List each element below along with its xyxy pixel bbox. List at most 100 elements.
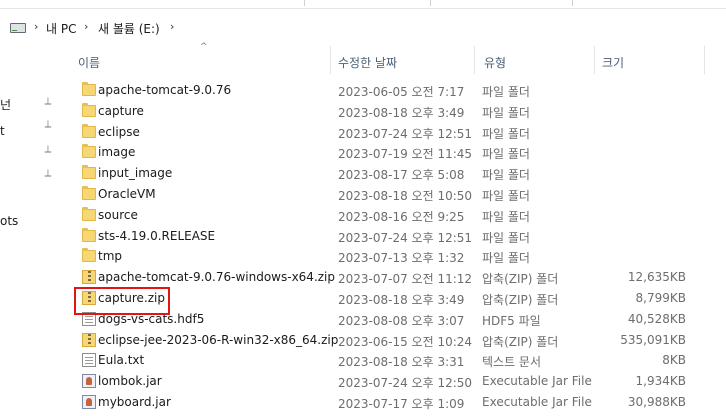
- column-header-name[interactable]: 이름: [78, 54, 100, 71]
- file-name: eclipse: [98, 124, 140, 139]
- navigation-pane: 넌 t ots ⟂ ⟂ ⟂ ⟂: [0, 44, 66, 416]
- folder-icon: [82, 248, 96, 263]
- file-type: 압축(ZIP) 폴더: [482, 272, 559, 287]
- zip-icon: [82, 270, 96, 285]
- file-date: 2023-08-17 오후 5:08: [338, 168, 465, 183]
- column-header-size[interactable]: 크기: [602, 54, 624, 71]
- ribbon-edge: [0, 0, 726, 9]
- file-row[interactable]: image 2023-07-19 오전 11:45 파일 폴더: [76, 142, 706, 163]
- sort-ascending-icon: ^: [200, 42, 208, 52]
- nav-item-quick-access[interactable]: t: [0, 124, 5, 138]
- jar-icon: [82, 374, 96, 389]
- file-row[interactable]: apache-tomcat-9.0.76 2023-06-05 오전 7:17 파일…: [76, 80, 706, 101]
- column-header: ^ 이름 수정한 날짜 유형 크기: [66, 42, 726, 76]
- file-date: 2023-07-13 오후 1:32: [338, 251, 465, 266]
- file-date: 2023-06-05 오전 7:17: [338, 85, 465, 99]
- file-date: 2023-08-08 오후 3:07: [338, 313, 465, 328]
- file-type: 파일 폴더: [482, 126, 530, 141]
- file-type: 파일 폴더: [482, 251, 530, 266]
- folder-icon: [82, 144, 96, 159]
- folder-icon: [82, 227, 96, 242]
- file-type: 파일 폴더: [482, 105, 530, 120]
- file-type: Executable Jar File: [482, 395, 592, 409]
- file-date: 2023-07-24 오후 12:50: [338, 376, 473, 391]
- file-type: 파일 폴더: [482, 189, 530, 203]
- folder-icon: [82, 186, 96, 200]
- file-name: capture: [98, 103, 144, 118]
- file-name: OracleVM: [98, 187, 156, 201]
- file-type: 압축(ZIP) 폴더: [482, 293, 559, 307]
- breadcrumb-volume-e[interactable]: 새 볼륨 (E:): [98, 20, 160, 37]
- file-row[interactable]: myboard.jar 2023-07-17 오후 1:09 Executable …: [76, 392, 706, 413]
- file-type: 파일 폴더: [482, 147, 530, 162]
- chevron-right-icon[interactable]: ›: [84, 20, 88, 33]
- pin-icon: ⟂: [44, 119, 52, 130]
- file-size: 1,934KB: [635, 374, 686, 389]
- file-date: 2023-06-15 오전 10:24: [338, 334, 473, 349]
- file-date: 2023-08-18 오후 3:49: [338, 105, 465, 120]
- file-row[interactable]: input_image 2023-08-17 오후 5:08 파일 폴더: [76, 163, 706, 184]
- file-size: 12,635KB: [627, 270, 686, 285]
- chevron-right-icon[interactable]: ›: [34, 20, 38, 33]
- file-name: myboard.jar: [98, 395, 171, 409]
- file-row[interactable]: capture.zip 2023-08-18 오후 3:49 압축(ZIP) 폴더 8…: [76, 288, 706, 309]
- folder-icon: [82, 123, 96, 138]
- file-date: 2023-08-18 오전 10:50: [338, 189, 473, 203]
- file-row[interactable]: eclipse 2023-07-24 오후 12:51 파일 폴더: [76, 122, 706, 143]
- file-row[interactable]: apache-tomcat-9.0.76-windows-x64.zip 2023…: [76, 267, 706, 288]
- jar-icon: [82, 395, 96, 409]
- file-size: 40,528KB: [627, 311, 686, 326]
- file-row[interactable]: OracleVM 2023-08-18 오전 10:50 파일 폴더: [76, 184, 706, 205]
- folder-icon: [82, 82, 96, 96]
- column-header-date[interactable]: 수정한 날짜: [338, 54, 397, 71]
- file-type: 압축(ZIP) 폴더: [482, 334, 559, 349]
- file-row[interactable]: sts-4.19.0.RELEASE 2023-07-24 오후 12:51 파일 …: [76, 226, 706, 247]
- breadcrumb-this-pc[interactable]: 내 PC: [46, 20, 76, 37]
- file-name: lombok.jar: [98, 374, 162, 389]
- file-date: 2023-08-16 오전 9:25: [338, 209, 465, 224]
- file-size: 535,091KB: [620, 332, 686, 347]
- file-size: 8,799KB: [635, 291, 686, 305]
- nav-item-quick-access[interactable]: ots: [0, 214, 18, 228]
- file-type: 파일 폴더: [482, 230, 530, 245]
- folder-icon: [82, 165, 96, 180]
- file-type: 파일 폴더: [482, 85, 530, 99]
- pin-icon: ⟂: [44, 96, 52, 107]
- file-type: 파일 폴더: [482, 209, 530, 224]
- file-name: eclipse-jee-2023-06-R-win32-x86_64.zip: [98, 332, 339, 347]
- file-name: input_image: [98, 166, 173, 181]
- file-type: 텍스트 문서: [482, 355, 542, 370]
- folder-icon: [82, 102, 96, 117]
- file-row[interactable]: source 2023-08-16 오전 9:25 파일 폴더: [76, 205, 706, 226]
- file-date: 2023-08-18 오후 3:49: [338, 293, 465, 307]
- drive-icon: [10, 23, 26, 33]
- file-row[interactable]: lombok.jar 2023-07-24 오후 12:50 Executable …: [76, 371, 706, 392]
- nav-item-quick-access[interactable]: 넌: [0, 96, 11, 113]
- file-date: 2023-07-17 오후 1:09: [338, 397, 465, 411]
- address-bar[interactable]: › 내 PC › 새 볼륨 (E:) ›: [0, 12, 726, 44]
- column-header-type[interactable]: 유형: [484, 54, 506, 71]
- file-row[interactable]: tmp 2023-07-13 오후 1:32 파일 폴더: [76, 246, 706, 267]
- file-date: 2023-07-19 오전 11:45: [338, 147, 473, 162]
- file-row[interactable]: capture 2023-08-18 오후 3:49 파일 폴더: [76, 101, 706, 122]
- file-row[interactable]: dogs-vs-cats.hdf5 2023-08-08 오후 3:07 HDF5 …: [76, 309, 706, 330]
- folder-icon: [82, 206, 96, 221]
- zip-icon: [82, 332, 96, 347]
- file-date: 2023-07-24 오후 12:51: [338, 230, 473, 245]
- file-name: image: [98, 145, 136, 160]
- highlight-box: [74, 287, 170, 315]
- file-row[interactable]: Eula.txt 2023-08-18 오후 3:31 텍스트 문서 8KB: [76, 350, 706, 371]
- file-name: apache-tomcat-9.0.76: [98, 83, 232, 97]
- file-row[interactable]: eclipse-jee-2023-06-R-win32-x86_64.zip 20…: [76, 330, 706, 351]
- file-name: sts-4.19.0.RELEASE: [98, 228, 216, 243]
- chevron-right-icon[interactable]: ›: [170, 20, 174, 33]
- document-icon: [82, 353, 96, 368]
- file-name: apache-tomcat-9.0.76-windows-x64.zip: [98, 270, 336, 285]
- file-size: 8KB: [662, 353, 686, 368]
- file-date: 2023-08-18 오후 3:31: [338, 355, 465, 370]
- pin-icon: ⟂: [44, 168, 52, 179]
- file-date: 2023-07-24 오후 12:51: [338, 126, 473, 141]
- file-type: Executable Jar File: [482, 374, 592, 389]
- pin-icon: ⟂: [44, 144, 52, 155]
- file-name: Eula.txt: [98, 353, 145, 368]
